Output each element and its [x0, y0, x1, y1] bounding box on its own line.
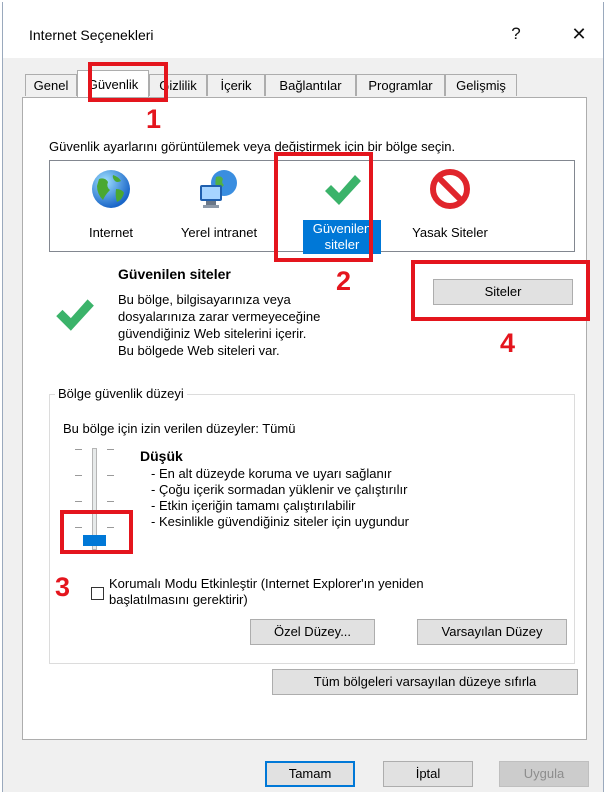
level-bullet: - Etkin içeriğin tamamı çalıştırılabilir — [151, 498, 356, 513]
tab-advanced[interactable]: Gelişmiş — [445, 74, 517, 96]
security-level-name: Düşük — [140, 448, 183, 464]
slider-tick — [107, 501, 114, 502]
cancel-button[interactable]: İptal — [383, 761, 473, 787]
tab-content[interactable]: İçerik — [207, 74, 265, 96]
close-button[interactable]: ✕ — [559, 17, 599, 51]
window-title: Internet Seçenekleri — [29, 27, 154, 43]
annotation-number: 1 — [146, 104, 162, 134]
level-bullet: - En alt düzeyde koruma ve uyarı sağlanı… — [151, 466, 392, 481]
description-line: dosyalarınıza zarar vermeyeceğine — [118, 309, 321, 324]
security-level-description: - En alt düzeyde koruma ve uyarı sağlanı… — [151, 466, 409, 530]
selected-zone-description: Bu bölge, bilgisayarınıza veya dosyaları… — [118, 291, 383, 359]
protected-mode-checkbox[interactable] — [91, 587, 104, 600]
zone-local-intranet[interactable]: Yerel intranet — [164, 161, 274, 242]
protected-mode-label-line1: Korumalı Modu Etkinleştir (Internet Expl… — [109, 576, 424, 591]
highlight-box-security-tab — [88, 62, 168, 102]
internet-options-dialog: Internet Seçenekleri ? ✕ Genel Güvenlik … — [2, 2, 604, 792]
slider-tick — [75, 475, 82, 476]
apply-button[interactable]: Uygula — [499, 761, 589, 787]
intranet-icon — [200, 170, 237, 208]
default-level-button[interactable]: Varsayılan Düzey — [417, 619, 567, 645]
zone-internet-label: Internet — [88, 225, 134, 240]
level-bullet: - Kesinlikle güvendiğiniz siteler için u… — [151, 514, 409, 529]
blocked-icon — [430, 169, 470, 209]
ok-label: Tamam — [288, 766, 332, 781]
selected-zone-title: Güvenilen siteler — [118, 266, 231, 282]
highlight-box-sites-button — [411, 260, 590, 321]
allowed-levels-text: Bu bölge için izin verilen düzeyler: Tüm… — [63, 421, 296, 436]
tab-connections[interactable]: Bağlantılar — [265, 74, 356, 96]
zone-instructions: Güvenlik ayarlarını görüntülemek veya de… — [49, 139, 456, 154]
description-line: güvendiğiniz Web sitelerini içerir. — [118, 326, 307, 341]
tab-general[interactable]: Genel — [25, 74, 77, 96]
annotation-number: 2 — [336, 266, 352, 296]
zone-restricted-sites[interactable]: Yasak Siteler — [400, 161, 500, 242]
custom-level-label: Özel Düzey... — [273, 624, 352, 639]
description-line: Bu bölgede Web siteleri var. — [118, 343, 280, 358]
protected-mode-label[interactable]: Korumalı Modu Etkinleştir (Internet Expl… — [109, 576, 529, 608]
level-bullet: - Çoğu içerik sormadan yüklenir ve çalış… — [151, 482, 408, 497]
highlight-box-slider — [60, 510, 133, 554]
highlight-box-trusted-sites — [274, 152, 373, 262]
title-bar: Internet Seçenekleri ? ✕ — [3, 2, 603, 58]
protected-mode-label-line2: başlatılmasını gerektirir) — [109, 592, 248, 607]
custom-level-button[interactable]: Özel Düzey... — [250, 619, 375, 645]
zone-internet[interactable]: Internet — [76, 161, 146, 242]
tab-programs[interactable]: Programlar — [356, 74, 445, 96]
trusted-sites-checkmark-icon — [56, 299, 94, 331]
slider-tick — [75, 449, 82, 450]
help-button[interactable]: ? — [496, 17, 536, 51]
reset-all-zones-label: Tüm bölgeleri varsayılan düzeye sıfırla — [313, 674, 537, 689]
slider-tick — [75, 501, 82, 502]
cancel-label: İptal — [415, 766, 441, 781]
reset-all-zones-button[interactable]: Tüm bölgeleri varsayılan düzeye sıfırla — [272, 669, 578, 695]
security-level-legend: Bölge güvenlik düzeyi — [55, 386, 187, 401]
slider-tick — [107, 449, 114, 450]
apply-label: Uygula — [523, 766, 565, 781]
zone-restricted-sites-label: Yasak Siteler — [412, 225, 488, 240]
annotation-number: 4 — [500, 328, 516, 358]
slider-tick — [107, 475, 114, 476]
globe-icon — [92, 170, 130, 208]
annotation-number: 3 — [55, 572, 71, 602]
ok-button[interactable]: Tamam — [265, 761, 355, 787]
zone-local-intranet-label: Yerel intranet — [180, 225, 258, 240]
default-level-label: Varsayılan Düzey — [441, 624, 543, 639]
